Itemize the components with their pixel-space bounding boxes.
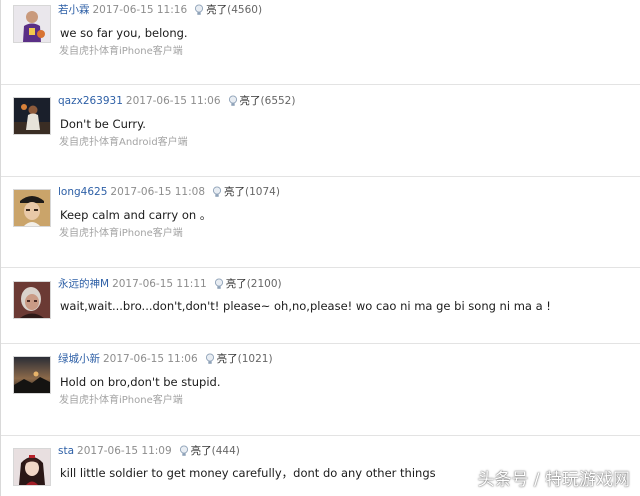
comment-source: 发自虎扑体育iPhone客户端	[59, 228, 183, 239]
comment-timestamp: 2017-06-15 11:09	[77, 445, 172, 457]
light-button[interactable]: 亮了 (2100)	[214, 277, 282, 291]
user-avatar[interactable]	[13, 189, 51, 227]
light-count: (444)	[211, 445, 240, 457]
user-avatar[interactable]	[13, 5, 51, 43]
light-count: (1074)	[245, 186, 280, 198]
username-link[interactable]: long4625	[58, 185, 107, 199]
anime-girl-avatar	[14, 449, 50, 485]
divider	[1, 343, 640, 344]
comment-meta: long4625 2017-06-15 11:08 亮了 (1074)	[58, 185, 280, 199]
user-avatar[interactable]	[13, 97, 51, 135]
comment-text: we so far you, belong.	[60, 26, 188, 40]
light-label: 亮了	[216, 353, 238, 365]
lightbulb-icon	[214, 278, 223, 289]
lightbulb-icon	[205, 353, 214, 364]
comment-text: Don't be Curry.	[60, 117, 146, 131]
light-count: (1021)	[237, 353, 273, 365]
light-label: 亮了	[239, 95, 261, 107]
comment-meta: 若小霖 2017-06-15 11:16 亮了 (4560)	[58, 3, 262, 17]
comment-meta: sta 2017-06-15 11:09 亮了 (444)	[58, 444, 240, 458]
comment-source: 发自虎扑体育iPhone客户端	[59, 46, 183, 57]
sunset-landscape-avatar	[14, 357, 50, 393]
comment-text: Hold on bro,don't be stupid.	[60, 375, 221, 389]
comment-meta: qazx263931 2017-06-15 11:06 亮了 (6552)	[58, 94, 295, 108]
light-button[interactable]: 亮了 (1021)	[205, 352, 273, 366]
comment-meta: 绿城小新 2017-06-15 11:06 亮了 (1021)	[58, 352, 273, 366]
comment-meta: 永远的神M 2017-06-15 11:11 亮了 (2100)	[58, 277, 282, 291]
comment-timestamp: 2017-06-15 11:08	[110, 186, 206, 198]
comment-text: kill little soldier to get money careful…	[60, 466, 436, 480]
divider	[1, 267, 640, 268]
comment-list: 若小霖 2017-06-15 11:16 亮了 (4560) we so far …	[0, 0, 640, 496]
divider	[1, 176, 640, 177]
comment-timestamp: 2017-06-15 11:06	[125, 95, 221, 107]
lightbulb-icon	[228, 95, 237, 106]
comment-timestamp: 2017-06-15 11:06	[103, 353, 198, 365]
light-button[interactable]: 亮了 (6552)	[228, 94, 296, 108]
light-label: 亮了	[225, 278, 247, 290]
light-count: (2100)	[246, 278, 282, 290]
divider	[1, 84, 640, 85]
lightbulb-icon	[212, 186, 222, 197]
lightbulb-icon	[195, 4, 204, 15]
light-button[interactable]: 亮了 (444)	[179, 444, 240, 458]
lightbulb-icon	[179, 445, 188, 456]
light-count: (6552)	[260, 95, 296, 107]
player-in-purple-jersey-avatar	[14, 6, 50, 42]
basketball-player-avatar	[14, 98, 50, 134]
user-avatar[interactable]	[13, 281, 51, 319]
user-avatar[interactable]	[13, 356, 51, 394]
username-link[interactable]: 永远的神M	[58, 277, 109, 291]
username-link[interactable]: sta	[58, 444, 74, 458]
username-link[interactable]: 若小霖	[58, 3, 90, 17]
username-link[interactable]: qazx263931	[58, 94, 123, 108]
light-button[interactable]: 亮了 (1074)	[212, 185, 280, 199]
user-avatar[interactable]	[13, 448, 51, 486]
light-count: (4560)	[227, 4, 263, 16]
light-label: 亮了	[224, 186, 246, 198]
comment-source: 发自虎扑体育Android客户端	[59, 137, 188, 148]
man-with-hat-avatar	[14, 190, 50, 226]
divider	[1, 435, 640, 436]
watermark: 头条号 / 特玩游戏网	[477, 470, 630, 490]
username-link[interactable]: 绿城小新	[58, 352, 100, 366]
light-label: 亮了	[206, 4, 228, 16]
light-button[interactable]: 亮了 (4560)	[194, 3, 262, 17]
light-label: 亮了	[190, 445, 212, 457]
old-man-portrait-avatar	[14, 282, 50, 318]
comment-text: wait,wait...bro...don't,don't! please~ o…	[60, 299, 551, 313]
comment-timestamp: 2017-06-15 11:11	[112, 278, 207, 290]
comment-text: Keep calm and carry on 。	[60, 208, 212, 222]
comment-timestamp: 2017-06-15 11:16	[92, 4, 188, 16]
comment-source: 发自虎扑体育iPhone客户端	[59, 395, 183, 406]
